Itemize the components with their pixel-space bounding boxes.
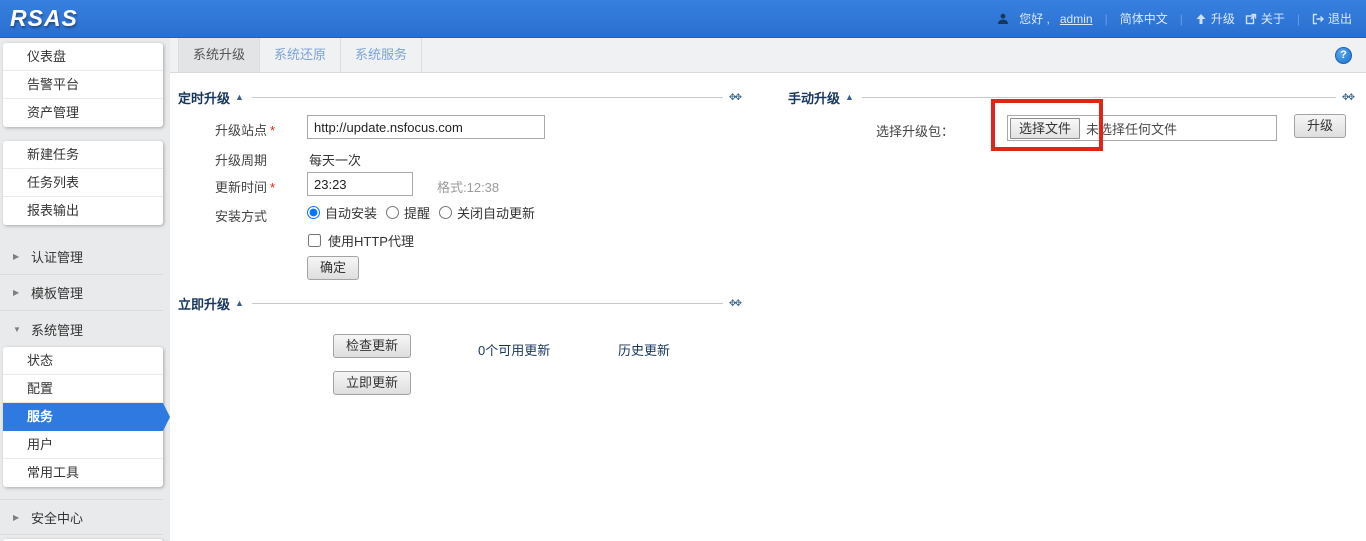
sidebar-group-label: 模板管理 [31, 283, 83, 302]
scheduled-upgrade-title: 定时升级 [178, 88, 230, 107]
sidebar-group-security-center[interactable]: ▶ 安全中心 [0, 499, 163, 535]
sidebar-group-template-management[interactable]: ▶ 模板管理 [0, 275, 163, 311]
cycle-label: 升级周期 [215, 150, 267, 169]
tab-system-restore[interactable]: 系统还原 [260, 38, 341, 72]
required-marker: * [270, 180, 275, 195]
manual-upgrade-button[interactable]: 升级 [1294, 114, 1346, 138]
http-proxy-label[interactable]: 使用HTTP代理 [328, 231, 414, 250]
chevron-right-icon: ▶ [13, 513, 22, 522]
tab-system-service[interactable]: 系统服务 [341, 38, 422, 72]
site-input[interactable] [307, 115, 545, 139]
header-actions: 您好 , admin | 简体中文 | 升级 关于 | [997, 10, 1366, 27]
rsas-logo: RSAS [0, 5, 78, 32]
radio-auto-install[interactable] [307, 206, 320, 219]
drag-handle-icon[interactable]: ✥✥ [729, 92, 740, 103]
http-proxy-checkbox[interactable] [308, 234, 321, 247]
install-mode-label: 安装方式 [215, 206, 267, 225]
drag-handle-icon[interactable]: ✥✥ [729, 298, 740, 309]
sidebar-item-config[interactable]: 配置 [3, 375, 163, 403]
radio-remind[interactable] [386, 206, 399, 219]
logout-link[interactable]: 退出 [1312, 10, 1352, 27]
sidebar-group-auth-management[interactable]: ▶ 认证管理 [0, 239, 163, 275]
update-now-button[interactable]: 立即更新 [333, 371, 411, 395]
time-input[interactable] [307, 172, 413, 196]
logout-icon [1312, 13, 1324, 25]
upgrade-link[interactable]: 升级 [1195, 10, 1235, 27]
drag-handle-icon[interactable]: ✥✥ [1342, 92, 1353, 103]
greeting-text: 您好 , [1019, 10, 1050, 27]
sidebar-group-label: 系统管理 [31, 320, 83, 339]
package-label: 选择升级包： [876, 121, 954, 140]
chevron-down-icon: ▼ [13, 325, 22, 334]
sidebar-group-system-management[interactable]: ▼ 系统管理 [0, 311, 163, 347]
tab-bar: 系统升级 系统还原 系统服务 ? [170, 38, 1366, 73]
sidebar: 仪表盘 告警平台 资产管理 新建任务 任务列表 报表输出 ▶ 认证管理 ▶ 模板… [0, 38, 170, 541]
collapse-caret-icon[interactable]: ▲ [845, 92, 854, 102]
install-mode-radio-group: 自动安装 提醒 关闭自动更新 [307, 203, 541, 222]
required-marker: * [270, 123, 275, 138]
radio-disable-auto-update-label[interactable]: 关闭自动更新 [457, 203, 535, 222]
sidebar-item-common-tools[interactable]: 常用工具 [3, 459, 163, 487]
sidebar-card-tasks: 新建任务 任务列表 报表输出 [3, 141, 163, 225]
sidebar-item-alert-platform[interactable]: 告警平台 [3, 71, 163, 99]
about-link[interactable]: 关于 [1245, 10, 1285, 27]
immediate-upgrade-section-header: 立即升级 ▲ ✥✥ [178, 294, 740, 312]
sidebar-item-service-selected[interactable]: 服务 [3, 403, 163, 431]
time-label: 更新时间* [215, 177, 275, 196]
header-separator: | [1178, 12, 1185, 26]
radio-disable-auto-update[interactable] [439, 206, 452, 219]
sidebar-item-dashboard[interactable]: 仪表盘 [3, 43, 163, 71]
sidebar-card-overview: 仪表盘 告警平台 资产管理 [3, 43, 163, 127]
sidebar-item-asset-management[interactable]: 资产管理 [3, 99, 163, 127]
section-divider [252, 97, 723, 98]
chevron-right-icon: ▶ [13, 288, 22, 297]
history-updates-link[interactable]: 历史更新 [618, 340, 670, 359]
site-label: 升级站点* [215, 120, 275, 139]
time-format-hint: 格式:12:38 [437, 177, 499, 196]
external-link-icon [1245, 13, 1257, 25]
top-header-bar: RSAS 您好 , admin | 简体中文 | 升级 关于 | [0, 0, 1366, 38]
scheduled-upgrade-section-header: 定时升级 ▲ ✥✥ [178, 88, 740, 106]
user-icon [997, 13, 1009, 25]
collapse-caret-icon[interactable]: ▲ [235, 92, 244, 102]
chevron-right-icon: ▶ [13, 252, 22, 261]
sidebar-card-system-children: 状态 配置 服务 用户 常用工具 [3, 347, 163, 487]
username-link[interactable]: admin [1060, 12, 1093, 26]
arrow-up-icon [1195, 13, 1207, 25]
sidebar-group-label: 安全中心 [31, 508, 83, 527]
confirm-button[interactable]: 确定 [307, 256, 359, 280]
cycle-value: 每天一次 [309, 150, 361, 169]
header-separator: | [1295, 12, 1302, 26]
no-file-selected-text: 未选择任何文件 [1086, 119, 1177, 138]
sidebar-group-label: 认证管理 [31, 247, 83, 266]
language-link[interactable]: 简体中文 [1120, 10, 1168, 27]
sidebar-item-users[interactable]: 用户 [3, 431, 163, 459]
rsas-admin-page: RSAS 您好 , admin | 简体中文 | 升级 关于 | [0, 0, 1366, 541]
check-updates-button[interactable]: 检查更新 [333, 334, 411, 358]
sidebar-item-task-list[interactable]: 任务列表 [3, 169, 163, 197]
help-icon[interactable]: ? [1335, 47, 1352, 64]
file-input[interactable]: 选择文件 未选择任何文件 [1007, 115, 1277, 141]
http-proxy-row: 使用HTTP代理 [308, 231, 414, 250]
manual-upgrade-section-header: 手动升级 ▲ ✥✥ [788, 88, 1353, 106]
sidebar-item-report-output[interactable]: 报表输出 [3, 197, 163, 225]
radio-auto-install-label[interactable]: 自动安装 [325, 203, 377, 222]
section-divider [252, 303, 723, 304]
available-updates-text: 0个可用更新 [478, 340, 550, 359]
sidebar-item-status[interactable]: 状态 [3, 347, 163, 375]
tab-system-upgrade[interactable]: 系统升级 [178, 38, 260, 72]
section-divider [862, 97, 1336, 98]
choose-file-button[interactable]: 选择文件 [1010, 118, 1080, 139]
collapse-caret-icon[interactable]: ▲ [235, 298, 244, 308]
immediate-upgrade-title: 立即升级 [178, 294, 230, 313]
manual-upgrade-title: 手动升级 [788, 88, 840, 107]
sidebar-item-new-task[interactable]: 新建任务 [3, 141, 163, 169]
header-separator: | [1103, 12, 1110, 26]
radio-remind-label[interactable]: 提醒 [404, 203, 430, 222]
